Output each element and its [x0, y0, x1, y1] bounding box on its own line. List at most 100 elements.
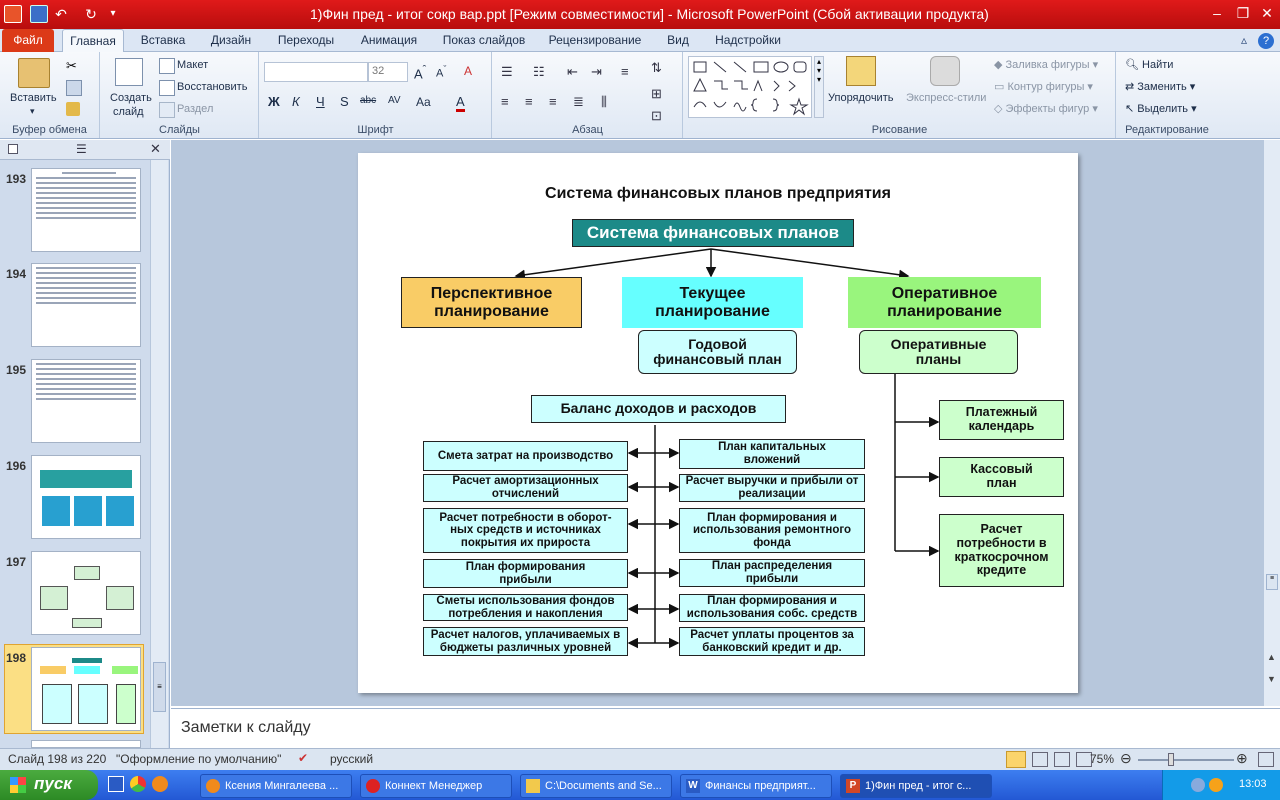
reset-button[interactable]: Восстановить [177, 81, 247, 93]
task-item[interactable]: Коннект Менеджер [360, 774, 512, 798]
smartart-icon[interactable]: ⊡ [651, 108, 662, 124]
shape-fill-button[interactable]: ◆ Заливка фигуры ▾ [994, 58, 1098, 71]
copy-icon[interactable] [66, 80, 82, 96]
spellcheck-icon[interactable]: ✔ [298, 751, 308, 765]
help-icon[interactable]: ? [1256, 29, 1276, 52]
slide-thumbnail-194[interactable] [31, 263, 141, 347]
normal-view-icon[interactable] [1006, 751, 1026, 768]
format-painter-icon[interactable] [66, 102, 80, 116]
font-color-icon[interactable]: A [456, 94, 465, 112]
numbering-icon[interactable]: ☷ [533, 64, 545, 80]
font-size-field[interactable]: 32 [368, 62, 408, 82]
slide-thumbnail-199[interactable] [31, 740, 141, 748]
tab-insert[interactable]: Вставка [134, 29, 192, 52]
italic-button[interactable]: К [292, 94, 300, 109]
minimize-ribbon-icon[interactable]: ▵ [1236, 29, 1252, 52]
quick-styles-button[interactable]: Экспресс-стили [906, 92, 986, 104]
paste-icon[interactable] [18, 58, 50, 88]
tab-design[interactable]: Дизайн [202, 29, 260, 52]
undo-icon[interactable]: ↶ [52, 5, 70, 23]
align-text-icon[interactable]: ⊞ [651, 86, 662, 102]
task-item[interactable]: Финансы предприят... [680, 774, 832, 798]
align-left-icon[interactable]: ≡ [501, 94, 509, 109]
notes-placeholder[interactable]: Заметки к слайду [181, 719, 311, 737]
arrange-icon[interactable] [846, 56, 876, 86]
tab-home[interactable]: Главная [62, 29, 124, 52]
font-name-field[interactable] [264, 62, 368, 82]
redo-icon[interactable]: ↻ [82, 5, 100, 23]
tab-review[interactable]: Рецензирование [542, 29, 648, 52]
shapes-gallery-scroll[interactable]: ▴ ▾ ▾ [814, 56, 824, 118]
align-center-icon[interactable]: ≡ [525, 94, 533, 109]
powerpoint-logo-icon[interactable] [4, 5, 22, 23]
tab-slideshow[interactable]: Показ слайдов [436, 29, 532, 52]
select-button[interactable]: ↖ Выделить ▾ [1125, 102, 1197, 115]
editor-scrollbar[interactable]: ≡ ▲ ▼ [1263, 140, 1280, 706]
minimize-button[interactable]: – [1204, 3, 1230, 23]
start-button[interactable]: пуск [0, 770, 98, 800]
new-slide-label2[interactable]: слайд [113, 106, 144, 118]
character-spacing-button[interactable]: AV [388, 95, 401, 106]
tab-transitions[interactable]: Переходы [270, 29, 342, 52]
shapes-gallery[interactable] [688, 56, 812, 118]
shape-effects-button[interactable]: ◇ Эффекты фигур ▾ [994, 102, 1098, 115]
arrange-button[interactable]: Упорядочить [828, 92, 893, 104]
next-slide-icon[interactable]: ▼ [1267, 674, 1276, 684]
close-pane-icon[interactable]: ✕ [150, 141, 161, 157]
zoom-slider[interactable] [1138, 759, 1234, 761]
slide-thumbnail-197[interactable] [31, 551, 141, 635]
underline-button[interactable]: Ч [316, 94, 325, 109]
fit-to-window-icon[interactable] [1258, 752, 1274, 767]
language-indicator[interactable]: русский [330, 752, 373, 766]
show-desktop-icon[interactable] [108, 776, 124, 792]
slide-thumbnail-198[interactable] [31, 647, 141, 731]
columns-icon[interactable]: ⫼ [601, 94, 607, 110]
close-button[interactable]: ✕ [1254, 3, 1280, 23]
find-button[interactable]: 🔍︎ Найти [1125, 58, 1173, 71]
theme-name[interactable]: "Оформление по умолчанию" [116, 752, 281, 766]
strikethrough-button[interactable]: abc [360, 95, 376, 106]
paste-button[interactable]: Вставить [10, 92, 57, 104]
slides-tab-icon[interactable] [8, 144, 18, 154]
task-item[interactable]: Ксения Мингалеева ... [200, 774, 352, 798]
maximize-button[interactable]: ❐ [1230, 3, 1256, 23]
clear-formatting-icon[interactable]: A [464, 64, 472, 78]
tray-app-icon[interactable] [1209, 778, 1223, 792]
new-slide-icon[interactable] [115, 58, 143, 86]
notes-pane[interactable]: Заметки к слайду [171, 708, 1280, 748]
bullets-icon[interactable]: ☰ [501, 64, 513, 80]
task-item[interactable]: 1)Фин пред - итог с... [840, 774, 992, 798]
align-right-icon[interactable]: ≡ [549, 94, 557, 109]
outline-tab-icon[interactable]: ☰ [76, 142, 87, 156]
editor-scroll-thumb[interactable]: ≡ [1266, 574, 1278, 590]
layout-button[interactable]: Макет [177, 59, 208, 71]
new-slide-button[interactable]: Создать [110, 92, 152, 104]
bold-button[interactable]: Ж [268, 94, 280, 109]
replace-button[interactable]: ⇄ Заменить ▾ [1125, 80, 1195, 93]
shape-outline-button[interactable]: ▭ Контур фигуры ▾ [994, 80, 1093, 93]
decrease-indent-icon[interactable]: ⇤ [567, 64, 578, 80]
shapes-icons[interactable] [689, 57, 813, 119]
section-button[interactable]: Раздел [177, 103, 213, 115]
slides-pane-scrollbar[interactable]: ≡ [150, 160, 168, 748]
zoom-level[interactable]: 75% [1090, 752, 1114, 766]
text-direction-icon[interactable]: ⇅ [651, 60, 662, 76]
shadow-button[interactable]: S [340, 94, 349, 109]
zoom-in-icon[interactable]: ⊕ [1236, 750, 1248, 767]
chrome-icon[interactable] [130, 776, 146, 792]
tab-file[interactable]: Файл [2, 29, 54, 52]
zoom-out-icon[interactable]: ⊖ [1120, 750, 1132, 767]
save-icon[interactable] [30, 5, 48, 23]
customize-qat-icon[interactable]: ▾ [104, 5, 122, 23]
slides-pane-scroll-thumb[interactable]: ≡ [153, 662, 166, 712]
change-case-button[interactable]: Aa [416, 95, 431, 109]
increase-indent-icon[interactable]: ⇥ [591, 64, 602, 80]
grow-font-icon[interactable]: Aˆ [414, 64, 426, 81]
slide-canvas[interactable]: Система финансовых планов предприятия Си… [358, 153, 1078, 693]
shrink-font-icon[interactable]: Aˇ [436, 64, 446, 80]
reading-view-icon[interactable] [1054, 752, 1070, 767]
tray-help-icon[interactable] [1191, 778, 1205, 792]
tab-addins[interactable]: Надстройки [708, 29, 788, 52]
justify-icon[interactable]: ≣ [573, 94, 584, 110]
tab-view[interactable]: Вид [658, 29, 698, 52]
